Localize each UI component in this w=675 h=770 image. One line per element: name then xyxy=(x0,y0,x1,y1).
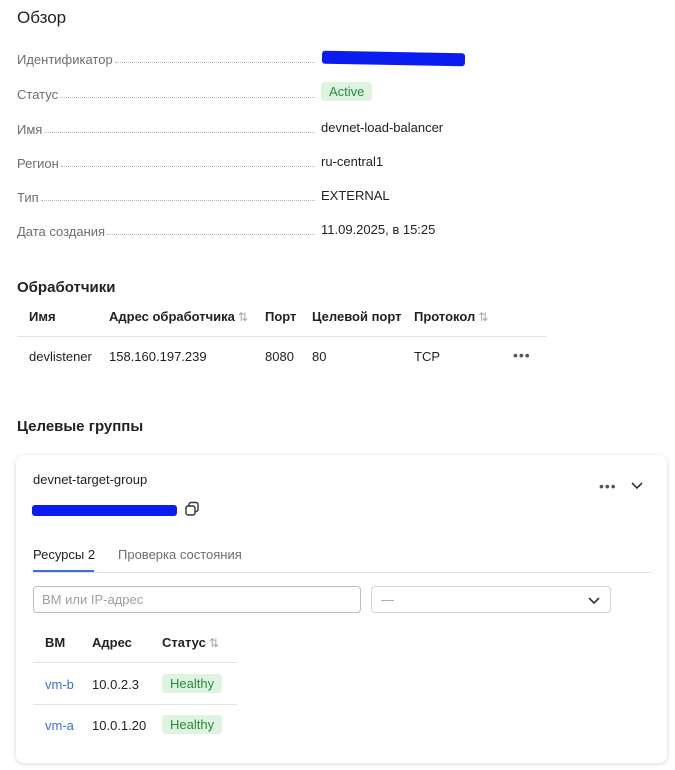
tabs-divider xyxy=(33,572,651,573)
target-group-card: devnet-target-group ••• Ресурсы 2 Провер… xyxy=(16,455,667,763)
overview-title: Обзор xyxy=(17,8,67,27)
listener-protocol: TCP xyxy=(414,349,440,364)
sort-icon[interactable]: ⇅ xyxy=(478,310,488,324)
col-name-header: Имя xyxy=(29,309,56,324)
redacted-group-id-mark xyxy=(32,505,177,516)
col-address-header: Адрес xyxy=(92,635,132,650)
col-address-header[interactable]: Адрес обработчика ⇅ xyxy=(109,309,248,324)
filter-select-value: — xyxy=(381,592,394,607)
id-label-row: Идентификатор xyxy=(17,47,315,67)
type-label: Тип xyxy=(17,190,39,205)
col-port-header: Порт xyxy=(265,309,297,324)
col-status-header[interactable]: Статус ⇅ xyxy=(162,635,219,650)
status-badge: Healthy xyxy=(162,674,223,693)
col-target-port-header: Целевой порт xyxy=(312,309,402,324)
region-value: ru-central1 xyxy=(321,154,384,169)
type-value: EXTERNAL xyxy=(321,188,390,203)
created-value: 11.09.2025, в 15:25 xyxy=(321,222,436,237)
id-label: Идентификатор xyxy=(17,52,113,67)
region-label: Регион xyxy=(17,156,59,171)
tab-resources[interactable]: Ресурсы 2 xyxy=(33,547,95,562)
col-vm-header: ВМ xyxy=(45,635,66,650)
target-groups-title: Целевые группы xyxy=(17,418,144,435)
listeners-title: Обработчики xyxy=(17,279,116,296)
status-badge: Healthy xyxy=(162,715,223,734)
name-label-row: Имя xyxy=(17,117,315,137)
vm-address: 10.0.1.20 xyxy=(92,718,147,733)
filter-select[interactable]: — xyxy=(371,586,611,613)
table-divider xyxy=(33,662,237,663)
sort-icon[interactable]: ⇅ xyxy=(209,636,219,650)
name-value: devnet-load-balancer xyxy=(321,120,444,135)
created-label-row: Дата создания xyxy=(17,219,315,239)
listener-name: devlistener xyxy=(29,349,92,364)
chevron-down-icon[interactable] xyxy=(629,477,645,493)
row-more-icon[interactable]: ••• xyxy=(513,348,531,362)
listener-address: 158.160.197.239 xyxy=(109,349,207,364)
table-divider xyxy=(33,704,237,705)
vm-link[interactable]: vm-b xyxy=(45,677,74,692)
tab-health-check[interactable]: Проверка состояния xyxy=(118,547,242,562)
region-label-row: Регион xyxy=(17,151,315,171)
listener-port: 8080 xyxy=(265,349,294,364)
more-options-icon[interactable]: ••• xyxy=(599,479,617,493)
chevron-down-icon xyxy=(586,592,602,608)
status-badge: Active xyxy=(321,82,373,101)
table-divider xyxy=(17,336,547,337)
vm-link[interactable]: vm-a xyxy=(45,718,74,733)
status-label: Статус xyxy=(17,87,59,102)
name-label: Имя xyxy=(17,122,43,137)
created-label: Дата создания xyxy=(17,224,106,239)
target-group-name: devnet-target-group xyxy=(33,472,148,487)
type-label-row: Тип xyxy=(17,185,315,205)
listener-target-port: 80 xyxy=(312,349,327,364)
status-label-row: Статус xyxy=(17,82,315,102)
sort-icon[interactable]: ⇅ xyxy=(238,310,248,324)
vm-address: 10.0.2.3 xyxy=(92,677,139,692)
search-input[interactable] xyxy=(33,586,361,613)
redacted-id-mark xyxy=(321,50,466,67)
col-protocol-header[interactable]: Протокол ⇅ xyxy=(414,309,488,324)
copy-icon[interactable] xyxy=(184,501,200,517)
